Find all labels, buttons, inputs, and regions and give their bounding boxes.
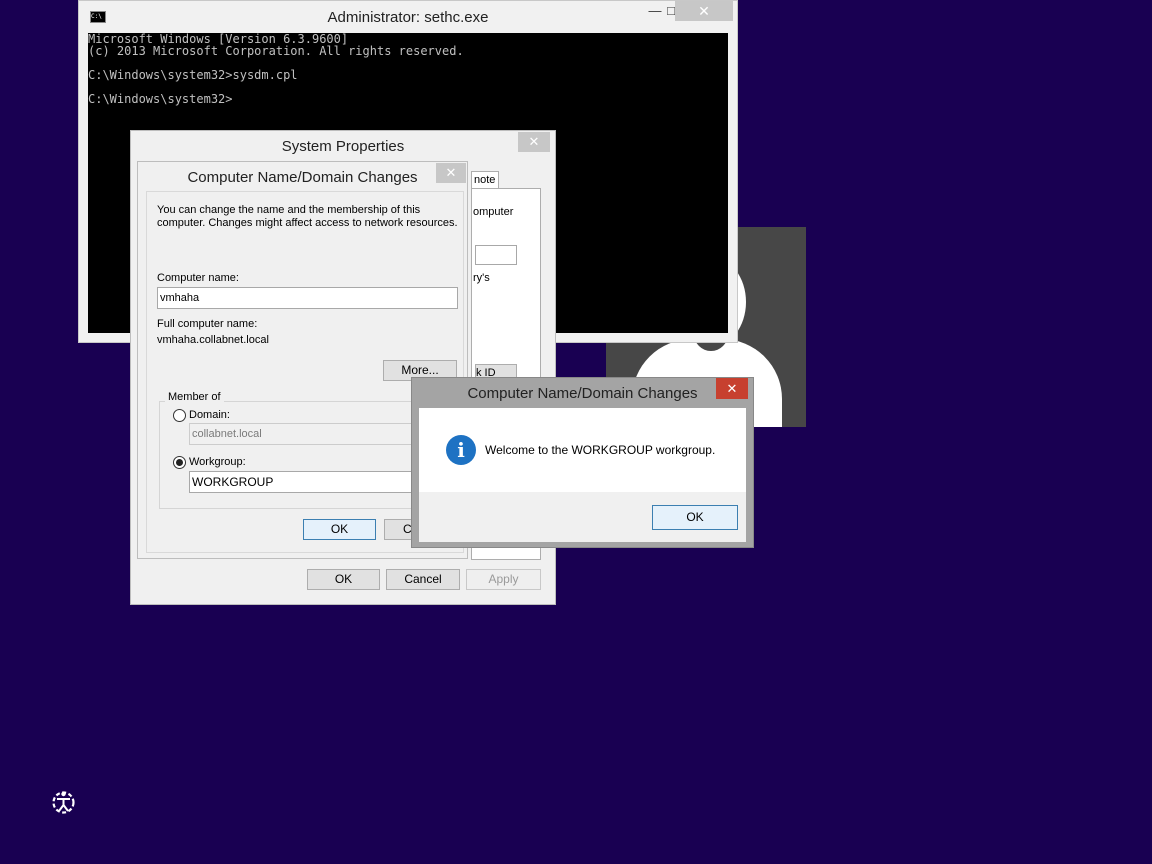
description-line: computer. Changes might affect access to… <box>157 217 458 229</box>
welcome-message: Welcome to the WORKGROUP workgroup. <box>485 443 716 457</box>
member-of-label: Member of <box>165 391 224 403</box>
console-line: C:\Windows\system32>sysdm.cpl <box>88 68 298 82</box>
computer-name-dialog-close-button[interactable]: ✕ <box>436 163 466 183</box>
domain-input[interactable]: collabnet.local <box>189 423 414 445</box>
console-prompt: C:\Windows\system32> <box>88 92 233 106</box>
welcome-ok-button[interactable]: OK <box>652 505 738 530</box>
computer-name-label: Computer name: <box>157 272 239 284</box>
welcome-message-dialog[interactable]: Computer Name/Domain Changes ✕ i Welcome… <box>411 377 754 548</box>
ease-of-access-icon[interactable] <box>50 789 77 816</box>
namechange-ok-button[interactable]: OK <box>303 519 376 540</box>
cmd-titlebar[interactable]: C:\ Administrator: sethc.exe — □ ✕ <box>79 1 737 33</box>
computer-name-dialog-title: Computer Name/Domain Changes <box>187 169 418 186</box>
domain-radio[interactable] <box>173 409 186 422</box>
workgroup-radio[interactable] <box>173 456 186 469</box>
sysprops-ok-button[interactable]: OK <box>307 569 380 590</box>
console-line: (c) 2013 Microsoft Corporation. All righ… <box>88 44 464 58</box>
tab-remote[interactable]: note <box>471 171 499 188</box>
full-computer-name-value: vmhaha.collabnet.local <box>157 334 269 346</box>
description-line: You can change the name and the membersh… <box>157 204 421 216</box>
sysprops-cancel-button[interactable]: Cancel <box>386 569 460 590</box>
namechange-cancel-button[interactable]: C <box>384 519 414 540</box>
panel-text-fragment: ry's <box>473 272 490 284</box>
computer-description-input[interactable] <box>475 245 517 265</box>
system-properties-close-button[interactable]: ✕ <box>518 132 550 152</box>
full-computer-name-label: Full computer name: <box>157 318 258 330</box>
welcome-close-button[interactable]: ✕ <box>716 378 748 399</box>
info-icon: i <box>446 435 476 465</box>
panel-text-fragment: omputer <box>473 206 514 218</box>
welcome-dialog-title: Computer Name/Domain Changes <box>467 385 698 402</box>
cmd-close-button[interactable]: ✕ <box>675 1 733 21</box>
workgroup-input[interactable]: WORKGROUP <box>189 471 414 493</box>
computer-name-input[interactable]: vmhaha <box>157 287 458 309</box>
sysprops-apply-button[interactable]: Apply <box>466 569 541 590</box>
domain-label: Domain: <box>189 409 230 421</box>
system-properties-title: System Properties <box>281 138 405 155</box>
workgroup-label: Workgroup: <box>189 456 246 468</box>
cmd-title: Administrator: sethc.exe <box>327 9 489 26</box>
